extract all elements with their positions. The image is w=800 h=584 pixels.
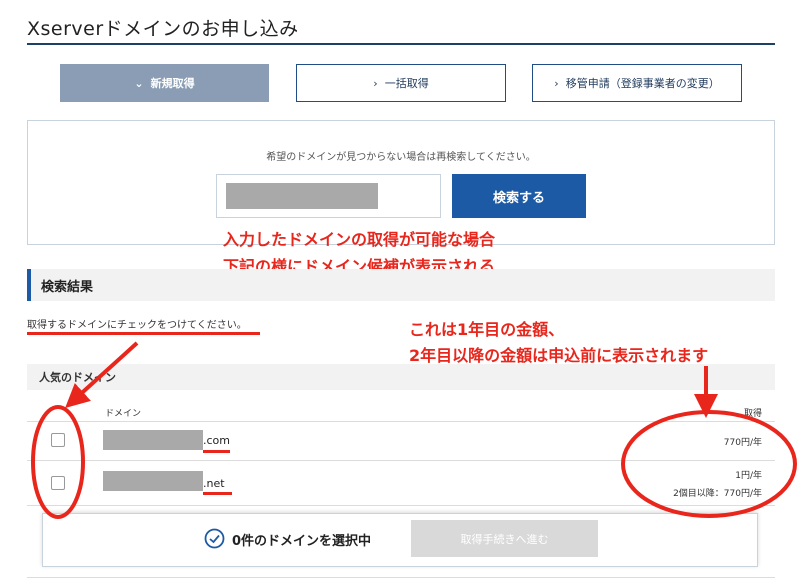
domain-checkbox[interactable] xyxy=(51,476,65,490)
page-title: Xserverドメインのお申し込み xyxy=(27,18,299,40)
domain-price: 1円/年 xyxy=(735,471,762,481)
proceed-button[interactable]: 取得手続きへ進む xyxy=(411,520,598,557)
chevron-right-icon: › xyxy=(373,76,378,90)
tab-bulk-registration-label: 一括取得 xyxy=(384,77,429,90)
domain-tld: .com xyxy=(203,434,230,447)
tab-new-registration[interactable]: ⌄ 新規取得 xyxy=(60,64,269,102)
popular-domains-heading: 人気のドメイン xyxy=(27,364,775,390)
domain-price: 770円/年 xyxy=(723,438,762,448)
column-header-price: 取得 xyxy=(743,409,762,419)
search-button[interactable]: 検索する xyxy=(452,174,586,218)
results-heading: 検索結果 xyxy=(27,269,775,301)
column-header-domain: ドメイン xyxy=(105,409,142,419)
annotation-note-3: これは1年目の金額、 xyxy=(409,320,565,339)
search-hint: 希望のドメインが見つからない場合は再検索してください。 xyxy=(266,152,536,163)
check-circle-icon xyxy=(204,528,225,549)
table-divider xyxy=(27,505,775,506)
annotation-note-4: 2年目以降の金額は申込前に表示されます xyxy=(409,346,709,365)
domain-tld: .net xyxy=(203,477,225,490)
chevron-right-icon: › xyxy=(554,76,559,90)
domain-checkbox[interactable] xyxy=(51,433,65,447)
tab-transfer[interactable]: › 移管申請（登録事業者の変更） xyxy=(532,64,742,102)
bottom-divider xyxy=(27,577,775,578)
title-divider xyxy=(27,43,775,45)
selection-footer xyxy=(42,513,758,567)
annotation-note-1: 入力したドメインの取得が可能な場合 xyxy=(223,230,496,249)
annotation-underline xyxy=(27,332,260,335)
results-instruction: 取得するドメインにチェックをつけてください。 xyxy=(27,320,247,331)
annotation-underline xyxy=(203,450,230,453)
annotation-underline xyxy=(203,492,232,495)
redacted-domain-name xyxy=(103,430,203,450)
table-divider xyxy=(27,421,775,422)
annotation-ellipse xyxy=(621,410,797,518)
tab-transfer-label: 移管申請（登録事業者の変更） xyxy=(565,77,720,90)
domain-price-renewal: 2個目以降：770円/年 xyxy=(673,489,762,499)
tab-bulk-registration[interactable]: › 一括取得 xyxy=(296,64,506,102)
chevron-down-icon: ⌄ xyxy=(134,76,144,90)
selected-count-text: 0件のドメインを選択中 xyxy=(232,534,372,549)
table-divider xyxy=(27,460,775,461)
redacted-domain-name xyxy=(103,471,203,491)
tab-new-registration-label: 新規取得 xyxy=(150,77,195,90)
redacted-search-value xyxy=(226,183,378,209)
annotation-ellipse xyxy=(31,405,85,519)
